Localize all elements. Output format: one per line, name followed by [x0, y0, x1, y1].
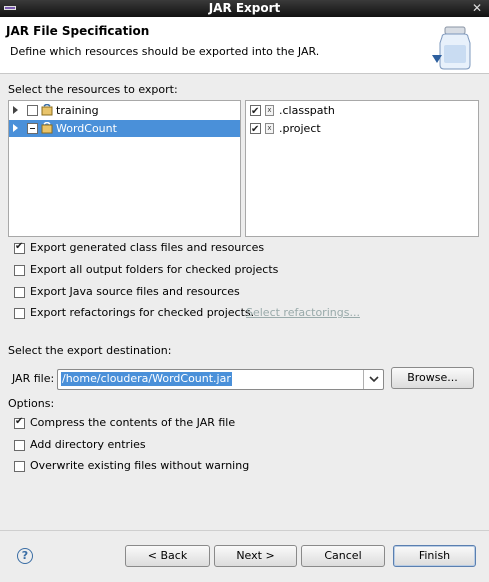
file-item-label: .classpath: [279, 104, 335, 117]
tree-item-label: WordCount: [56, 122, 117, 135]
jar-icon: [432, 26, 471, 70]
combo-dropdown-button[interactable]: [363, 370, 383, 389]
export-class-files-checkbox[interactable]: ✔: [14, 241, 25, 254]
add-directory-entries-checkbox[interactable]: [14, 440, 25, 451]
file-item-classpath[interactable]: ✔ x .classpath: [246, 102, 478, 119]
tree-item-training[interactable]: training: [9, 102, 240, 119]
chevron-down-icon: [369, 376, 379, 383]
browse-button[interactable]: Browse...: [391, 367, 474, 389]
export-source-files-checkbox[interactable]: [14, 287, 25, 298]
file-list[interactable]: ✔ x .classpath ✔ x .project: [245, 100, 479, 237]
overwrite-checkbox[interactable]: [14, 461, 25, 472]
window-title: JAR Export: [208, 1, 281, 15]
close-icon[interactable]: ✕: [472, 1, 482, 15]
expand-arrow-icon[interactable]: [13, 106, 18, 114]
file-item-project[interactable]: ✔ x .project: [246, 120, 478, 137]
footer-divider: [0, 530, 489, 531]
compress-checkbox[interactable]: ✔: [14, 416, 25, 429]
export-refactorings-checkbox[interactable]: [14, 308, 25, 319]
tree-item-label: training: [56, 104, 99, 117]
resources-label: Select the resources to export:: [8, 83, 178, 96]
next-button[interactable]: Next >: [214, 545, 297, 567]
jar-file-combo[interactable]: /home/cloudera/WordCount.jar: [57, 369, 384, 390]
wizard-header: JAR File Specification Define which reso…: [0, 17, 489, 74]
wordcount-checkbox[interactable]: [27, 123, 38, 134]
jar-file-input[interactable]: /home/cloudera/WordCount.jar: [61, 372, 232, 386]
export-output-folders-checkbox[interactable]: [14, 265, 25, 276]
jar-file-label: JAR file:: [12, 372, 55, 385]
page-description: Define which resources should be exporte…: [10, 45, 320, 58]
cancel-button[interactable]: Cancel: [301, 545, 385, 567]
file-icon: x: [265, 105, 274, 116]
file-item-label: .project: [279, 122, 321, 135]
select-refactorings-link: Select refactorings...: [246, 306, 360, 319]
project-checkbox[interactable]: ✔: [250, 123, 261, 135]
training-checkbox[interactable]: [27, 105, 38, 116]
page-title: JAR File Specification: [6, 24, 150, 38]
classpath-checkbox[interactable]: ✔: [250, 105, 261, 117]
java-project-icon: [41, 104, 53, 116]
title-bar: JAR Export ✕: [0, 0, 489, 17]
project-tree[interactable]: training WordCount: [8, 100, 241, 237]
expand-arrow-icon[interactable]: [13, 124, 18, 132]
options-label: Options:: [8, 397, 55, 410]
help-icon[interactable]: ?: [17, 548, 33, 564]
back-button[interactable]: < Back: [125, 545, 210, 567]
java-project-icon: [41, 122, 53, 134]
destination-label: Select the export destination:: [8, 344, 172, 357]
file-icon: x: [265, 123, 274, 134]
finish-button[interactable]: Finish: [393, 545, 476, 567]
tree-item-wordcount[interactable]: WordCount: [9, 120, 240, 137]
